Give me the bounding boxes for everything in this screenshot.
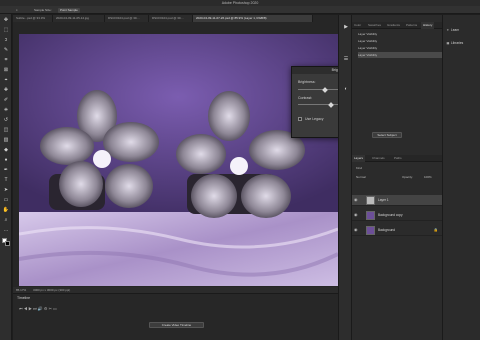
playback-controls-icon[interactable]: ⏮ ◀ ▶ ⏭ 🔊 ⚙ ✂ ▭	[19, 306, 57, 311]
crop-tool-icon[interactable]: ⌗	[2, 56, 10, 64]
eyedropper-tool-icon[interactable]: ⌖	[2, 76, 10, 84]
adjustments-panel-icon[interactable]: ◐	[342, 85, 350, 93]
tab-history[interactable]: History	[421, 22, 435, 29]
eyedropper-icon[interactable]: ⌖	[16, 8, 18, 12]
type-tool-icon[interactable]: T	[2, 176, 10, 184]
doc-tab[interactable]: DSCF0104.psd @ 30....	[149, 15, 193, 22]
libraries-label: Libraries	[451, 41, 464, 45]
opacity-value[interactable]: 100%	[424, 175, 432, 179]
tab-color[interactable]: Color	[352, 22, 363, 29]
layer-row[interactable]: ◉ Layer 1	[352, 195, 442, 206]
timeline-title: Timeline	[17, 296, 31, 300]
create-video-timeline-button[interactable]: Create Video Timeline	[149, 322, 204, 328]
gradient-tool-icon[interactable]: ▥	[2, 136, 10, 144]
sample-size-label: Sample Size:	[34, 8, 52, 12]
options-bar: ⌖ Sample Size: Point Sample	[0, 6, 480, 14]
brush-tool-icon[interactable]: ✐	[2, 96, 10, 104]
eye-icon[interactable]: ◉	[354, 213, 358, 217]
dodge-tool-icon[interactable]: ●	[2, 156, 10, 164]
sample-size-select[interactable]: Point Sample	[58, 7, 80, 13]
use-legacy-label: Use Legacy	[305, 117, 324, 121]
document-size: 3000 px x 3000 px (300 ppi)	[33, 288, 71, 292]
tools-panel: ✥ ⬚ ↄ ✎ ⌗ ⊠ ⌖ ✚ ✐ ⎈ ↺ ◫ ▥ ◆ ● ✒ T ➤ ▭ ✋ …	[0, 14, 12, 340]
lasso-tool-icon[interactable]: ↄ	[2, 36, 10, 44]
history-item[interactable]: Layer Visibility	[358, 52, 442, 58]
doc-tab-active[interactable]: 2020-04-09-11-07-26.psd @ 85.9% (Layer 1…	[193, 15, 313, 22]
history-item[interactable]: Layer Visibility	[358, 45, 442, 51]
tab-patterns[interactable]: Patterns	[404, 22, 419, 29]
history-panel-icon[interactable]: ▶	[342, 23, 350, 31]
more-tools-icon[interactable]: …	[2, 226, 10, 234]
panel-column: Color Swatches Gradients Patterns Histor…	[352, 15, 442, 340]
blend-mode-select[interactable]: Normal	[356, 175, 366, 179]
layer-name[interactable]: Background	[378, 228, 395, 232]
layer-name[interactable]: Background copy	[378, 213, 403, 217]
photoshop-window: Adobe Photoshop 2020 ⌖ Sample Size: Poin…	[0, 0, 480, 340]
eye-icon[interactable]: ◉	[354, 198, 358, 202]
tab-layers[interactable]: Layers	[352, 155, 366, 162]
lock-icon: 🔒	[433, 228, 438, 232]
layer-row[interactable]: ◉ Background copy	[352, 210, 442, 221]
hand-tool-icon[interactable]: ✋	[2, 206, 10, 214]
shape-tool-icon[interactable]: ▭	[2, 196, 10, 204]
eraser-tool-icon[interactable]: ◫	[2, 126, 10, 134]
select-subject-button[interactable]: Select Subject	[372, 132, 402, 138]
document-tabs: Subtle...psd @ 33.3% 2020-04-09-11-05-12…	[13, 15, 338, 22]
layer-thumbnail	[366, 211, 375, 220]
zoom-tool-icon[interactable]: ⌕	[2, 216, 10, 224]
frame-tool-icon[interactable]: ⊠	[2, 66, 10, 74]
history-item[interactable]: Layer Visibility	[358, 38, 442, 44]
brightness-label: Brightness:	[298, 80, 316, 84]
blur-tool-icon[interactable]: ◆	[2, 146, 10, 154]
healing-tool-icon[interactable]: ✚	[2, 86, 10, 94]
stamp-tool-icon[interactable]: ⎈	[2, 106, 10, 114]
pen-tool-icon[interactable]: ✒	[2, 166, 10, 174]
contrast-label: Contrast:	[298, 96, 313, 100]
path-select-tool-icon[interactable]: ➤	[2, 186, 10, 194]
move-tool-icon[interactable]: ✥	[2, 16, 10, 24]
learn-libraries-dock: ✦ Learn ▦ Libraries	[442, 15, 480, 340]
layer-thumbnail	[366, 226, 375, 235]
tab-swatches[interactable]: Swatches	[366, 22, 383, 29]
timeline-panel: Timeline ⏮ ◀ ▶ ⏭ 🔊 ⚙ ✂ ▭ Create Video Ti…	[13, 293, 338, 340]
zoom-readout[interactable]: 85.17%	[16, 288, 26, 292]
collapsed-panel-dock: ▶ ☰ ◐	[338, 15, 352, 340]
history-item[interactable]: Layer Visibility	[358, 31, 442, 37]
layers-panel-tabs: Layers Channels Paths	[352, 155, 442, 162]
properties-panel-icon[interactable]: ☰	[342, 55, 350, 63]
quick-select-tool-icon[interactable]: ✎	[2, 46, 10, 54]
layer-name[interactable]: Layer 1	[378, 198, 389, 202]
learn-label: Learn	[451, 28, 460, 32]
opacity-label: Opacity:	[402, 175, 414, 179]
tab-gradients[interactable]: Gradients	[385, 22, 402, 29]
doc-tab[interactable]: 2020-04-09-11-05-12.jpg	[53, 15, 105, 22]
window-title: Adobe Photoshop 2020	[221, 1, 259, 5]
layer-thumbnail	[366, 196, 375, 205]
canvas-area[interactable]	[13, 22, 338, 287]
layer-kind-filter[interactable]: Kind	[356, 166, 362, 170]
tab-channels[interactable]: Channels	[370, 155, 387, 162]
eye-icon[interactable]: ◉	[354, 228, 358, 232]
doc-tab[interactable]: Subtle...psd @ 33.3%	[13, 15, 53, 22]
marquee-tool-icon[interactable]: ⬚	[2, 26, 10, 34]
use-legacy-checkbox[interactable]	[298, 117, 302, 121]
history-panel-tabs: Color Swatches Gradients Patterns Histor…	[352, 22, 442, 29]
learn-panel-button[interactable]: ✦ Learn	[445, 27, 479, 34]
layer-row[interactable]: ◉ Background 🔒	[352, 225, 442, 236]
background-color-swatch[interactable]	[5, 241, 10, 246]
history-brush-tool-icon[interactable]: ↺	[2, 116, 10, 124]
doc-tab[interactable]: DSCF0104.psd @ 30....	[105, 15, 149, 22]
tab-paths[interactable]: Paths	[392, 155, 404, 162]
libraries-panel-button[interactable]: ▦ Libraries	[445, 40, 479, 47]
